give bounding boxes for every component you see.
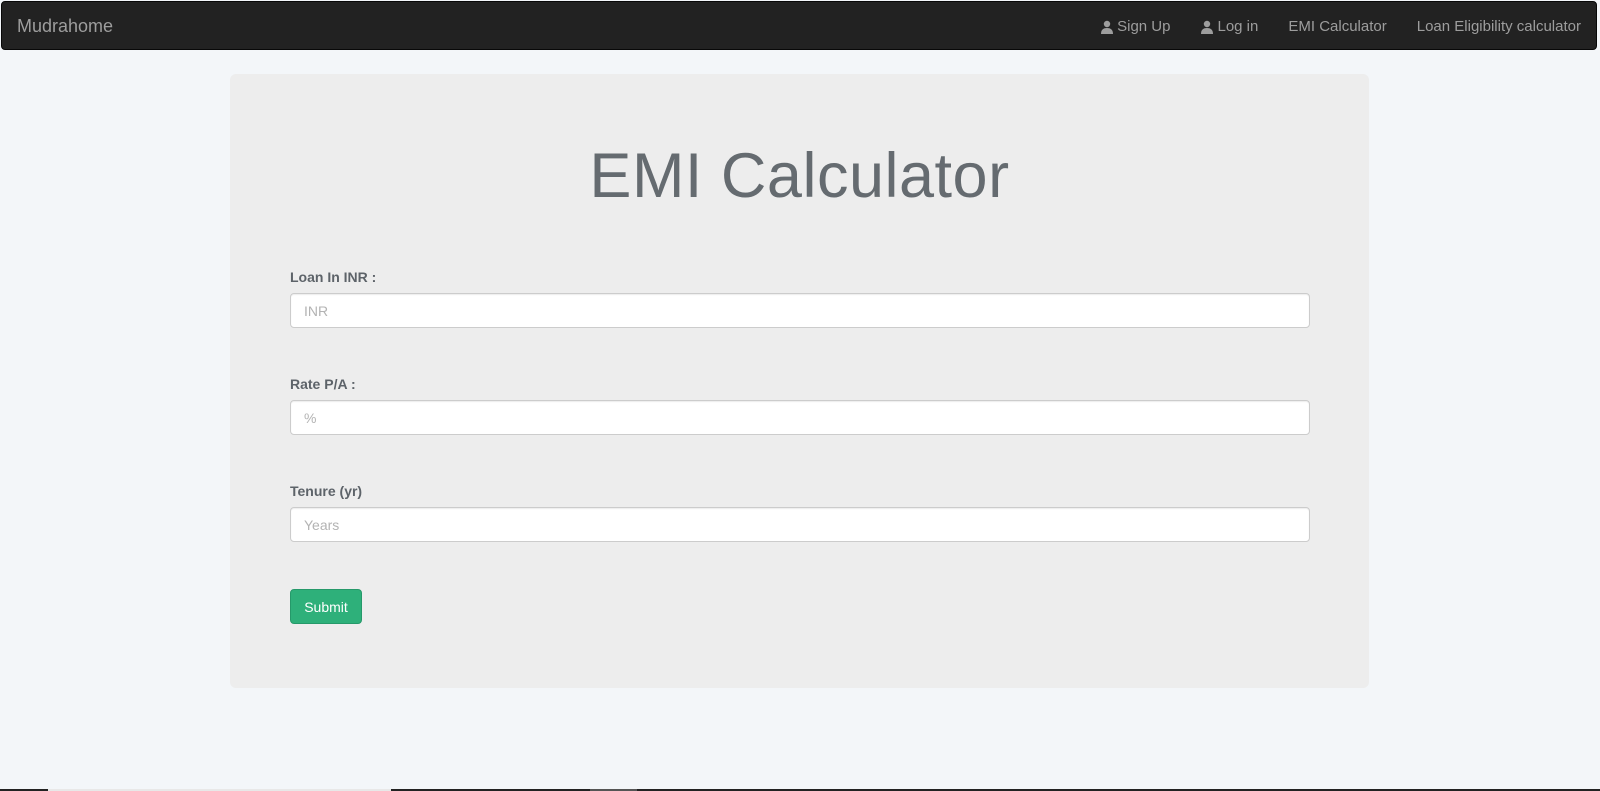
nav-sign-up-label: Sign Up	[1117, 18, 1171, 35]
brand-link[interactable]: Mudrahome	[17, 2, 113, 51]
loan-field-group: Loan In INR :	[290, 269, 1310, 328]
tenure-input[interactable]	[290, 507, 1310, 542]
rate-label: Rate P/A :	[290, 376, 356, 392]
nav-sign-up[interactable]: Sign Up	[1085, 2, 1185, 51]
tenure-label: Tenure (yr)	[290, 483, 363, 499]
user-icon	[1100, 20, 1114, 34]
emi-form-panel: EMI Calculator Loan In INR : Rate P/A : …	[230, 74, 1369, 688]
submit-button[interactable]: Submit	[290, 589, 362, 624]
loan-label: Loan In INR :	[290, 269, 377, 285]
user-icon	[1200, 20, 1214, 34]
page-title: EMI Calculator	[589, 141, 1010, 211]
rate-input[interactable]	[290, 400, 1310, 435]
nav-log-in[interactable]: Log in	[1185, 2, 1273, 51]
nav-links: Sign Up Log in EMI Calculator Loan Eligi…	[1085, 2, 1596, 51]
loan-input[interactable]	[290, 293, 1310, 328]
nav-emi-calculator[interactable]: EMI Calculator	[1273, 2, 1401, 51]
top-navbar: Mudrahome Sign Up Log in EMI Calculator …	[1, 1, 1597, 50]
rate-field-group: Rate P/A :	[290, 376, 1310, 435]
tenure-field-group: Tenure (yr)	[290, 483, 1310, 542]
nav-loan-eligibility-calculator[interactable]: Loan Eligibility calculator	[1402, 2, 1596, 51]
nav-log-in-label: Log in	[1217, 18, 1259, 35]
